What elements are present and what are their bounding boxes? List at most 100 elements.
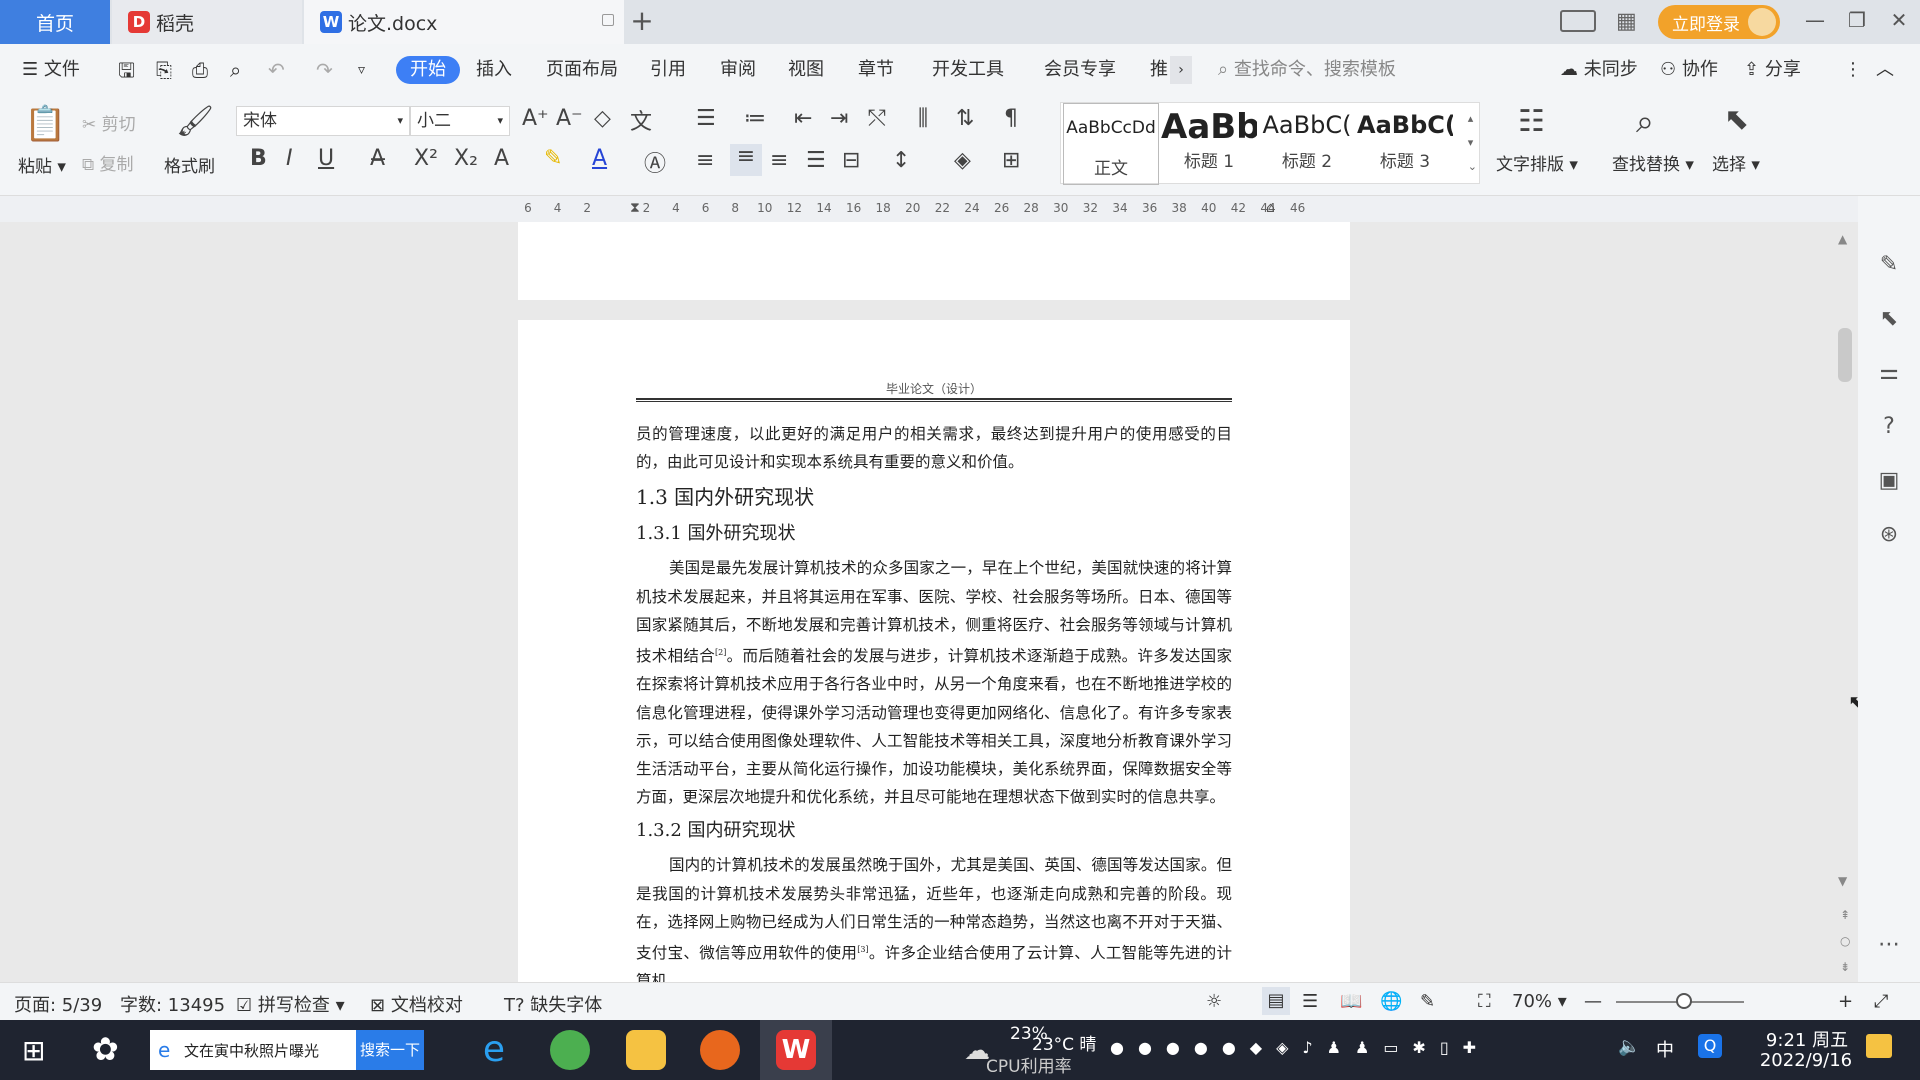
fit-page-icon[interactable]: ⛶ bbox=[1478, 991, 1491, 1012]
clear-format-icon[interactable]: ◇ bbox=[594, 106, 611, 131]
format-painter-button[interactable]: 格式刷 bbox=[164, 152, 215, 177]
show-marks-icon[interactable]: ¶ bbox=[1004, 106, 1018, 131]
more-options-icon[interactable]: ⋮ bbox=[1844, 56, 1862, 84]
shrink-font-icon[interactable]: A⁻ bbox=[556, 106, 583, 131]
browser-360-icon[interactable] bbox=[550, 1030, 590, 1070]
tab-pin-icon[interactable] bbox=[602, 14, 614, 26]
undo-icon[interactable]: ↶ bbox=[268, 56, 285, 84]
strikethrough-icon[interactable]: A̶ bbox=[370, 146, 385, 171]
find-replace-icon[interactable]: ⌕ bbox=[1636, 102, 1654, 141]
print-icon[interactable]: ⎙ bbox=[192, 56, 208, 84]
paste-icon[interactable]: 📋 bbox=[24, 104, 66, 144]
paragraph-foreign[interactable]: 美国是最先发展计算机技术的众多国家之一，早在上个世纪，美国就快速的将计算机技术发… bbox=[636, 554, 1232, 811]
redo-icon[interactable]: ↷ bbox=[316, 56, 333, 84]
swirl-app-icon[interactable]: ✿ bbox=[92, 1030, 119, 1068]
increase-indent-icon[interactable]: ⇥ bbox=[830, 106, 848, 131]
missing-font-button[interactable]: T? 缺失字体 bbox=[504, 991, 602, 1017]
text-effect-icon[interactable]: A bbox=[494, 146, 509, 171]
font-color-icon[interactable]: A bbox=[592, 146, 607, 171]
menu-member[interactable]: 会员专享 bbox=[1044, 56, 1116, 84]
close-button[interactable]: ✕ bbox=[1884, 8, 1914, 36]
collapse-ribbon-icon[interactable]: ︿ bbox=[1876, 56, 1894, 84]
highlight-icon[interactable]: ✎ bbox=[544, 146, 562, 171]
eye-protect-icon[interactable]: ☼ bbox=[1206, 991, 1222, 1012]
web-view-icon[interactable]: 🌐 bbox=[1380, 991, 1402, 1012]
write-mode-icon[interactable]: ✎ bbox=[1420, 991, 1435, 1012]
collab-button[interactable]: ⚇ 协作 bbox=[1660, 56, 1718, 84]
internet-explorer-icon[interactable]: e bbox=[474, 1030, 514, 1070]
grow-font-icon[interactable]: A⁺ bbox=[522, 106, 549, 131]
tab-daoke[interactable]: D 稻壳 bbox=[112, 0, 302, 44]
menu-review[interactable]: 审阅 bbox=[720, 56, 756, 84]
copy-button[interactable]: ⧉ 复制 bbox=[82, 150, 134, 175]
distribute-icon[interactable]: ⊟ bbox=[842, 148, 860, 173]
heading-1-3-1[interactable]: 1.3.1 国外研究现状 bbox=[636, 520, 1232, 548]
justify-icon[interactable]: ☰ bbox=[806, 148, 826, 173]
line-spacing-icon[interactable]: ↕ bbox=[892, 148, 910, 173]
layout-icon[interactable] bbox=[1560, 10, 1596, 32]
outline-view-icon[interactable]: ☰ bbox=[1302, 991, 1318, 1012]
fullscreen-icon[interactable]: ⤢ bbox=[1874, 991, 1888, 1012]
proofread-button[interactable]: ⊠ 文档校对 bbox=[370, 991, 463, 1017]
taskbar-search-input[interactable]: e 文在寅中秋照片曝光 bbox=[150, 1030, 356, 1070]
scroll-up-icon[interactable]: ▲ bbox=[1838, 232, 1847, 246]
page-indicator[interactable]: 页面: 5/39 bbox=[14, 991, 102, 1017]
zoom-slider-thumb[interactable] bbox=[1676, 993, 1692, 1009]
menu-chapter[interactable]: 章节 bbox=[858, 56, 894, 84]
tab-home[interactable]: 首页 bbox=[0, 0, 110, 44]
minimize-button[interactable]: — bbox=[1800, 8, 1830, 36]
taskbar-search-button[interactable]: 搜索一下 bbox=[356, 1030, 424, 1070]
document-page[interactable]: 毕业论文（设计） 员的管理速度，以此更好的满足用户的相关需求，最终达到提升用户的… bbox=[518, 320, 1350, 982]
font-name-select[interactable]: 宋体 ▾ bbox=[236, 106, 410, 136]
style-heading-1[interactable]: AaBb 标题 1 bbox=[1161, 103, 1257, 185]
char-border-icon[interactable]: Ⓐ bbox=[644, 146, 666, 178]
subscript-icon[interactable]: X₂ bbox=[454, 146, 478, 171]
spell-check-button[interactable]: ☑ 拼写检查 ▾ bbox=[236, 991, 345, 1017]
superscript-icon[interactable]: X² bbox=[414, 146, 438, 171]
menu-more-icon[interactable]: › bbox=[1170, 56, 1192, 84]
zoom-select[interactable]: 70% ▾ bbox=[1512, 991, 1567, 1012]
file-explorer-icon[interactable] bbox=[626, 1030, 666, 1070]
print-preview-icon[interactable]: ⌕ bbox=[230, 56, 241, 84]
command-search[interactable]: ⌕ 查找命令、搜索模板 bbox=[1218, 56, 1396, 84]
underline-icon[interactable]: U bbox=[318, 146, 334, 171]
menu-recommend[interactable]: 推 bbox=[1150, 56, 1168, 84]
citation-ref[interactable]: [2] bbox=[715, 648, 726, 657]
clock-date[interactable]: 2022/9/16 bbox=[1748, 1050, 1864, 1071]
heading-1-3[interactable]: 1.3 国内外研究现状 bbox=[636, 482, 1232, 512]
sort-icon[interactable]: ⇅ bbox=[956, 106, 974, 131]
text-layout-icon[interactable]: ☷ bbox=[1518, 104, 1545, 139]
file-menu[interactable]: ☰ 文件 bbox=[22, 56, 80, 84]
align-left-icon[interactable]: ≡ bbox=[696, 148, 714, 173]
document-canvas[interactable]: 毕业论文（设计） 员的管理速度，以此更好的满足用户的相关需求，最终达到提升用户的… bbox=[0, 222, 1858, 982]
italic-icon[interactable]: I bbox=[286, 146, 293, 171]
menu-references[interactable]: 引用 bbox=[650, 56, 686, 84]
read-mode-icon[interactable]: 📖 bbox=[1340, 991, 1362, 1012]
paragraph[interactable]: 员的管理速度，以此更好的满足用户的相关需求，最终达到提升用户的使用感受的目的，由… bbox=[636, 420, 1232, 476]
right-indent-marker-icon[interactable]: ⌂ bbox=[1266, 200, 1275, 216]
quick-access-dropdown-icon[interactable]: ▿ bbox=[358, 56, 365, 84]
page-nav-icon[interactable]: ⇞ ○ ⇟ bbox=[1840, 902, 1850, 980]
citation-ref[interactable]: [3] bbox=[857, 945, 868, 954]
pinyin-icon[interactable]: 文 bbox=[630, 104, 652, 136]
save-icon[interactable]: 🖫 bbox=[118, 56, 135, 84]
format-painter-icon[interactable]: 🖌 bbox=[176, 104, 214, 139]
zoom-in-icon[interactable]: + bbox=[1838, 991, 1853, 1012]
menu-view[interactable]: 视图 bbox=[788, 56, 824, 84]
decrease-indent-icon[interactable]: ⇤ bbox=[794, 106, 812, 131]
tab-document[interactable]: W 论文.docx bbox=[304, 0, 624, 44]
game-app-icon[interactable] bbox=[700, 1030, 740, 1070]
select-cursor-icon[interactable]: ⬉ bbox=[1724, 102, 1749, 137]
compass-icon[interactable]: ⊛ bbox=[1875, 522, 1903, 550]
help-icon[interactable]: ? bbox=[1875, 414, 1903, 442]
horizontal-ruler[interactable]: 6 4 2 2 4 6 8 10 12 14 16 18 20 22 24 26 28 30 32 34 36 38 40 4… bbox=[0, 196, 1920, 222]
restore-button[interactable]: ❐ bbox=[1842, 8, 1872, 36]
apps-grid-icon[interactable]: ▦ bbox=[1616, 9, 1637, 34]
style-heading-2[interactable]: AaBbC( 标题 2 bbox=[1259, 103, 1355, 185]
ime-indicator[interactable]: 中 bbox=[1656, 1036, 1674, 1062]
numbered-list-icon[interactable]: ≔ bbox=[744, 106, 766, 131]
pen-icon[interactable]: ✎ bbox=[1875, 252, 1903, 280]
page-view-icon[interactable]: ▤ bbox=[1262, 987, 1290, 1015]
text-layout-button[interactable]: 文字排版 ▾ bbox=[1496, 150, 1578, 175]
sync-button[interactable]: ☁ 未同步 bbox=[1560, 56, 1638, 84]
